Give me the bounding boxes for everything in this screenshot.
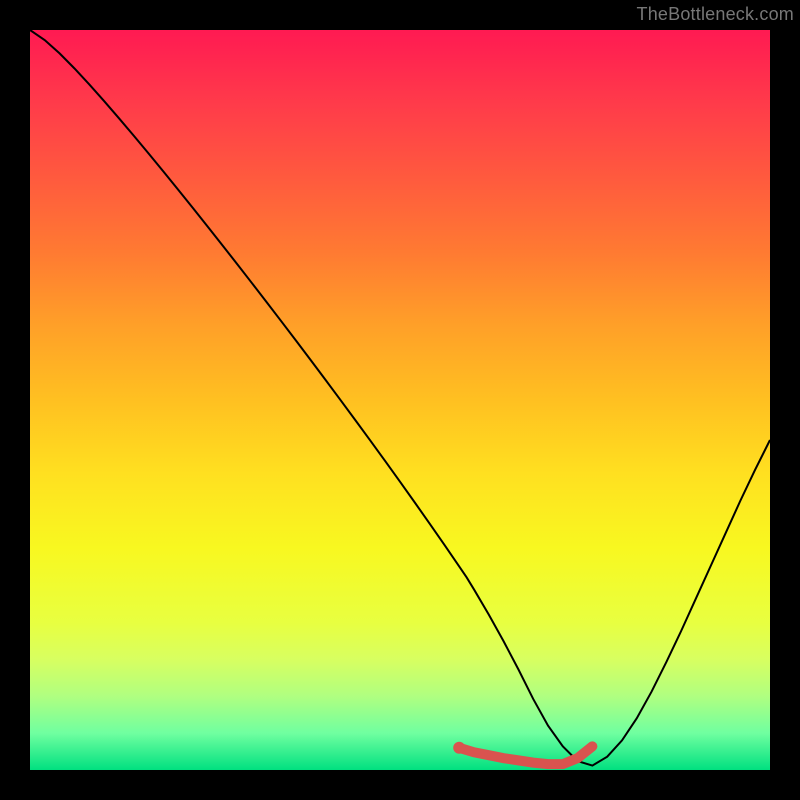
watermark-text: TheBottleneck.com [637, 4, 794, 25]
plot-background [30, 30, 770, 770]
chart-container: TheBottleneck.com [0, 0, 800, 800]
